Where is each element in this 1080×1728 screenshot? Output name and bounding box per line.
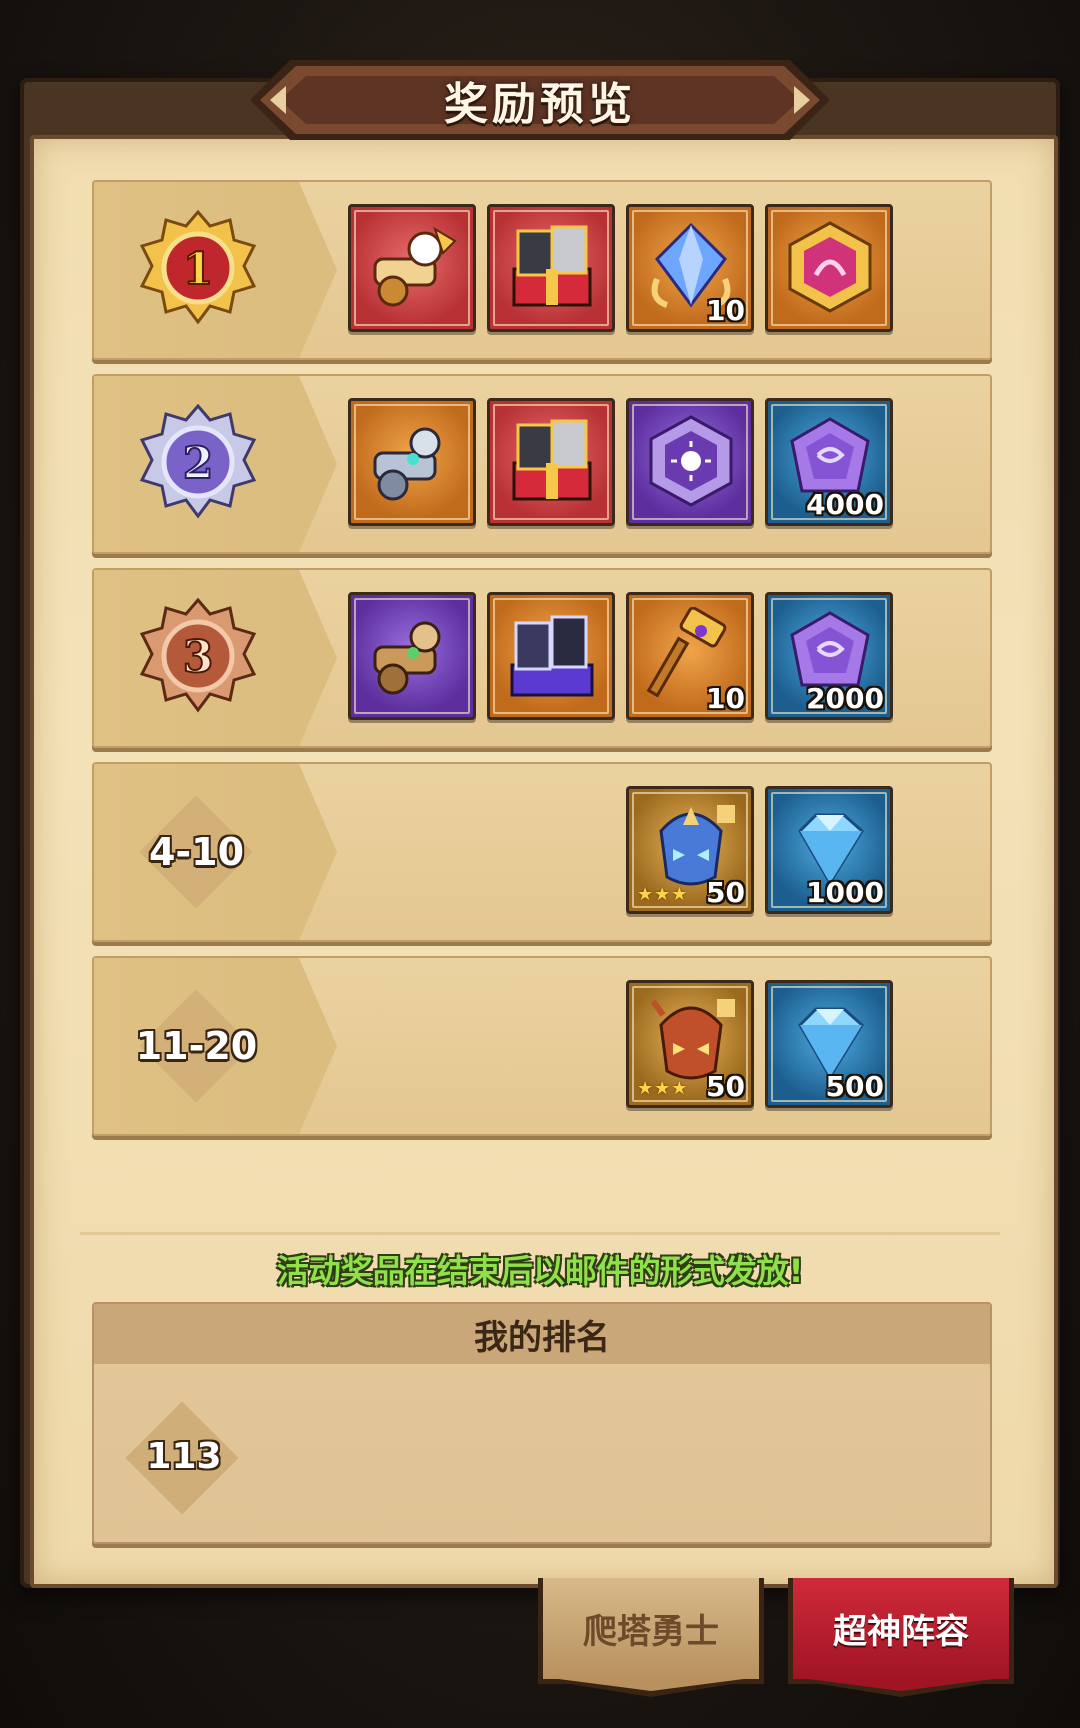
title-banner: 奖励预览 bbox=[250, 52, 830, 148]
item-quantity: 10 bbox=[706, 682, 745, 715]
rank-row-11-20: 11-20 ★★★ 50 500 bbox=[92, 956, 992, 1136]
purple-hex-emblem-icon bbox=[649, 415, 733, 507]
hero-card-box-icon bbox=[510, 615, 594, 697]
rank-range: 4-10 bbox=[94, 764, 299, 940]
tab-label: 爬塔勇士 bbox=[583, 1612, 719, 1652]
reward-item[interactable] bbox=[765, 204, 893, 332]
rank-2-medal-icon: 2 bbox=[139, 404, 257, 519]
reward-item[interactable] bbox=[487, 204, 615, 332]
reward-item[interactable]: 2000 bbox=[765, 592, 893, 720]
gold-hex-emblem-icon bbox=[788, 221, 872, 313]
rank-range: 11-20 bbox=[94, 958, 299, 1134]
tab-super-lineup[interactable]: 超神阵容 bbox=[788, 1578, 1014, 1697]
rank-row-4-10: 4-10 ★★★ 50 1000 bbox=[92, 762, 992, 942]
bronze-cannon-artifact-icon bbox=[373, 621, 441, 695]
rank-2-number: 2 bbox=[183, 438, 214, 489]
item-quantity: 50 bbox=[706, 876, 745, 909]
rank-1-medal-icon: 1 bbox=[139, 210, 257, 325]
rank-row-3: 3 10 2000 bbox=[92, 568, 992, 748]
reward-item[interactable]: 500 bbox=[765, 980, 893, 1108]
item-quantity: 2000 bbox=[806, 682, 884, 715]
divider bbox=[80, 1232, 1000, 1235]
reward-item[interactable] bbox=[348, 398, 476, 526]
item-quantity: 10 bbox=[706, 294, 745, 327]
notice-text: 活动奖品在结束后以邮件的形式发放! bbox=[276, 1252, 804, 1290]
star-rating: ★★★ bbox=[637, 884, 689, 905]
item-quantity: 50 bbox=[706, 1070, 745, 1103]
reward-item[interactable]: ★★★ 50 bbox=[626, 786, 754, 914]
reward-item[interactable] bbox=[487, 592, 615, 720]
item-quantity: 4000 bbox=[806, 488, 884, 521]
rank-range-label: 11-20 bbox=[135, 1024, 258, 1068]
rank-3-number: 3 bbox=[183, 632, 214, 683]
page-title: 奖励预览 bbox=[444, 79, 636, 130]
reward-item[interactable] bbox=[348, 592, 476, 720]
reward-item[interactable] bbox=[487, 398, 615, 526]
my-rank-panel: 我的排名 113 bbox=[92, 1302, 992, 1544]
tab-label: 超神阵容 bbox=[833, 1612, 969, 1652]
star-rating: ★★★ bbox=[637, 1078, 689, 1099]
rank-1-number: 1 bbox=[183, 244, 214, 295]
rank-row-2: 2 4000 bbox=[92, 374, 992, 554]
item-quantity: 1000 bbox=[806, 876, 884, 909]
red-cannon-artifact-icon bbox=[373, 226, 457, 307]
rank-3-medal-icon: 3 bbox=[139, 598, 257, 713]
my-rank-value: 113 bbox=[146, 1435, 222, 1477]
reward-item[interactable]: 4000 bbox=[765, 398, 893, 526]
hero-chest-icon bbox=[512, 225, 592, 307]
silver-cannon-artifact-icon bbox=[373, 427, 441, 501]
item-quantity: 500 bbox=[825, 1070, 884, 1103]
reward-item[interactable]: ★★★ 50 bbox=[626, 980, 754, 1108]
tab-tower-climb[interactable]: 爬塔勇士 bbox=[538, 1578, 764, 1697]
hero-chest-icon bbox=[512, 419, 592, 501]
reward-item[interactable]: 1000 bbox=[765, 786, 893, 914]
reward-item[interactable]: 10 bbox=[626, 204, 754, 332]
reward-item[interactable] bbox=[626, 398, 754, 526]
rank-row-1: 1 10 bbox=[92, 180, 992, 360]
reward-item[interactable] bbox=[348, 204, 476, 332]
rank-range-label: 4-10 bbox=[148, 830, 245, 874]
row-divider-chevron bbox=[299, 182, 337, 358]
reward-item[interactable]: 10 bbox=[626, 592, 754, 720]
my-rank-title: 我的排名 bbox=[94, 1304, 990, 1364]
